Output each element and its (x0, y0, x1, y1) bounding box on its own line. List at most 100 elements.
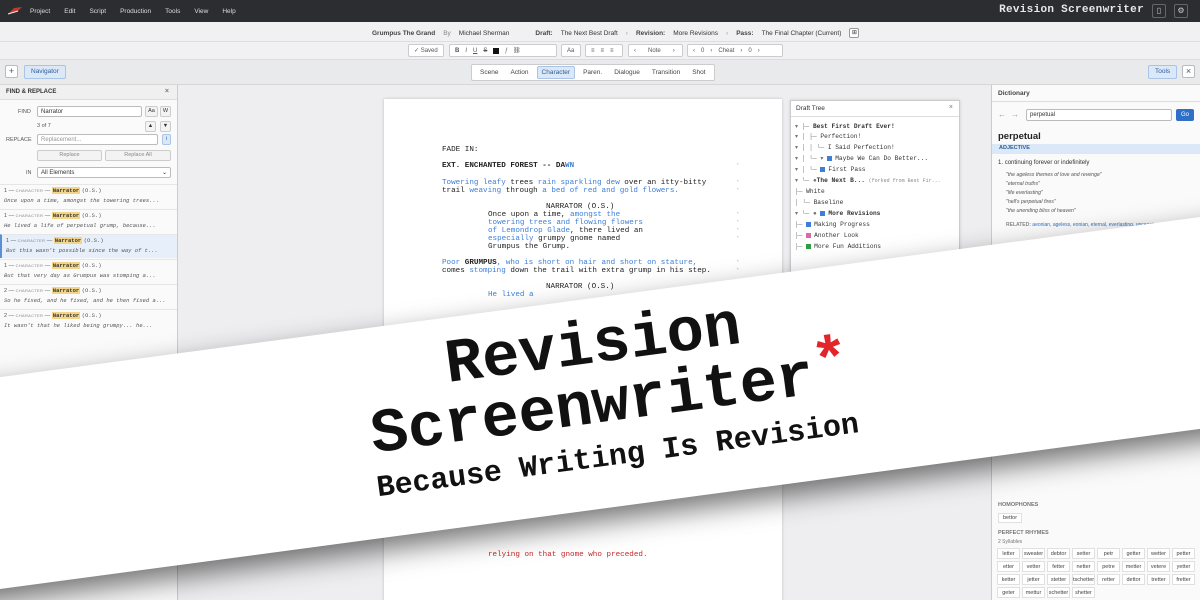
bold-button[interactable]: B (455, 48, 459, 54)
scene-heading[interactable]: EXT. ENCHANTED FOREST -- DAWN (442, 162, 574, 170)
result-item-selected[interactable]: 1 — CHARACTER — Narrator (O.S.) But this… (0, 234, 177, 258)
menu-production[interactable]: Production (120, 8, 151, 15)
rhyme-chip[interactable]: setter (1072, 548, 1095, 559)
font-size-button[interactable]: Aa (561, 44, 581, 57)
dictionary-search-input[interactable]: perpetual (1026, 109, 1172, 121)
menu-tools[interactable]: Tools (165, 8, 180, 15)
revision-name[interactable]: More Revisions (673, 30, 718, 37)
tree-node[interactable]: ▾ │ └─ ▾ Maybe We Can Do Better... (795, 155, 928, 162)
rhyme-chip[interactable]: etter (997, 561, 1020, 572)
tree-node[interactable]: ▾ │ ├─ Perfection! (795, 133, 861, 140)
tree-node[interactable]: ▾ └─ ●The Next B... (forked from Best Fi… (795, 177, 941, 184)
cheat-next-icon[interactable]: › (740, 48, 742, 54)
tab-transition[interactable]: Transition (648, 67, 684, 78)
rhyme-chip[interactable]: dettor (1122, 574, 1145, 585)
rhyme-chip[interactable]: debtor (1047, 548, 1070, 559)
rhyme-chip[interactable]: vetere (1147, 561, 1170, 572)
strike-button[interactable]: S (483, 48, 487, 54)
rhyme-chip[interactable]: tretter (1147, 574, 1170, 585)
result-item[interactable]: 1 — CHARACTER — Narrator (O.S.) He lived… (0, 209, 177, 233)
dialogue-line[interactable]: of Lemondrop Glade, there lived an (488, 227, 643, 235)
next-icon[interactable]: › (758, 48, 760, 54)
rhyme-chip[interactable]: tschetter (1072, 574, 1095, 585)
close-panel-button[interactable]: × (1182, 65, 1195, 78)
align-left-icon[interactable]: ≡ (591, 48, 595, 54)
cheat-prev-icon[interactable]: ‹ (710, 48, 712, 54)
rhyme-chip[interactable]: wetter (1147, 548, 1170, 559)
rhyme-chip[interactable]: ketter (997, 574, 1020, 585)
forward-icon[interactable]: → (1011, 110, 1019, 119)
match-case-button[interactable]: Aa (145, 106, 158, 117)
pass-name[interactable]: The Final Chapter (Current) (762, 30, 842, 37)
underline-button[interactable]: U (473, 48, 477, 54)
homophone-chip[interactable]: bettor (998, 513, 1023, 523)
rhyme-chip[interactable]: vetter (1022, 561, 1045, 572)
scope-select[interactable]: All Elements ⌄ (37, 167, 171, 178)
tree-node[interactable]: ▾ │ └─ First Pass (795, 166, 866, 173)
result-item[interactable]: 2 — CHARACTER — Narrator (O.S.) It wasn'… (0, 309, 177, 333)
transition-fade-in[interactable]: FADE IN: (442, 146, 478, 154)
app-logo[interactable] (6, 5, 24, 17)
result-item[interactable]: 2 — CHARACTER — Narrator (O.S.) So he fi… (0, 284, 177, 308)
tools-button[interactable]: Tools (1148, 65, 1178, 79)
dialogue-line[interactable]: Grumpus the Grump. (488, 243, 570, 251)
prev-match-icon[interactable]: ▲ (145, 121, 156, 132)
align-right-icon[interactable]: ≡ (610, 48, 614, 54)
menu-edit[interactable]: Edit (64, 8, 75, 15)
tab-action[interactable]: Action (506, 67, 532, 78)
rhyme-chip[interactable]: jetter (1022, 574, 1045, 585)
text-color-icon[interactable] (493, 47, 500, 54)
rhyme-chip[interactable]: schetter (1047, 587, 1070, 598)
replace-all-button[interactable]: Replace All (105, 150, 171, 161)
tree-node[interactable]: ├─ White (795, 188, 825, 195)
rhyme-chip[interactable]: shetter (1072, 587, 1095, 598)
tab-shot[interactable]: Shot (688, 67, 709, 78)
character-cue[interactable]: NARRATOR (O.S.) (546, 203, 614, 211)
dialogue-line[interactable]: He lived a (488, 291, 534, 299)
action-line[interactable]: Poor GRUMPUS, who is short on hair and s… (442, 259, 697, 267)
action-line[interactable]: Towering leafy trees rain sparkling dew … (442, 179, 706, 187)
rhyme-chip[interactable]: petter (1172, 548, 1195, 559)
add-button[interactable]: + (5, 65, 18, 78)
link-icon[interactable]: ⛓ (513, 47, 521, 54)
tree-node[interactable]: ▾ │ │ └─ I Said Perfection! (795, 144, 895, 151)
tree-icon[interactable]: ⊞ (849, 28, 860, 38)
draft-name[interactable]: The Next Best Draft (561, 30, 618, 37)
italic-button[interactable]: I (465, 48, 467, 54)
find-input[interactable]: Narrator (37, 106, 142, 117)
rhyme-chip[interactable]: netter (1072, 561, 1095, 572)
prev-icon[interactable]: ‹ (693, 48, 695, 54)
rhyme-chip[interactable]: letter (997, 548, 1020, 559)
result-item[interactable]: 1 — CHARACTER — Narrator (O.S.) Once upo… (0, 184, 177, 208)
info-icon[interactable]: i (162, 134, 171, 145)
dialogue-line[interactable]: relying on that gnome who preceded. (488, 551, 648, 559)
tree-node[interactable]: ├─ More Fun Additions (795, 243, 881, 250)
align-center-icon[interactable]: ≡ (601, 48, 605, 54)
dialogue-line[interactable]: towering trees and flowing flowers (488, 219, 643, 227)
tab-parenthetical[interactable]: Paren. (579, 67, 606, 78)
rhyme-chip[interactable]: stetter (1047, 574, 1070, 585)
result-item[interactable]: 1 — CHARACTER — Narrator (O.S.) But that… (0, 259, 177, 283)
rhyme-chip[interactable]: retter (1097, 574, 1120, 585)
prev-note-icon[interactable]: ‹ (634, 48, 636, 54)
rhyme-chip[interactable]: yetter (1172, 561, 1195, 572)
rhyme-chip[interactable]: metter (1122, 561, 1145, 572)
replace-button[interactable]: Replace (37, 150, 102, 161)
replace-input[interactable]: Replacement... (37, 134, 158, 145)
tree-node[interactable]: ├─ Another Look (795, 232, 859, 239)
navigator-button[interactable]: Navigator (24, 65, 66, 79)
tree-node[interactable]: ▾ └─ ● More Revisions (795, 210, 880, 217)
action-line[interactable]: trail weaving through a bed of red and g… (442, 187, 679, 195)
next-match-icon[interactable]: ▼ (160, 121, 171, 132)
rhyme-chip[interactable]: fretter (1172, 574, 1195, 585)
action-line[interactable]: comes stomping down the trail with extra… (442, 267, 711, 275)
tab-character[interactable]: Character (536, 66, 576, 79)
menu-script[interactable]: Script (89, 8, 106, 15)
tree-node[interactable]: ▾ ├─ Best First Draft Ever! (795, 123, 895, 130)
rhyme-chip[interactable]: petr (1097, 548, 1120, 559)
tab-scene[interactable]: Scene (476, 67, 502, 78)
rhyme-chip[interactable]: petre (1097, 561, 1120, 572)
menu-project[interactable]: Project (30, 8, 50, 15)
menu-help[interactable]: Help (222, 8, 235, 15)
font-icon[interactable]: f (505, 48, 507, 54)
